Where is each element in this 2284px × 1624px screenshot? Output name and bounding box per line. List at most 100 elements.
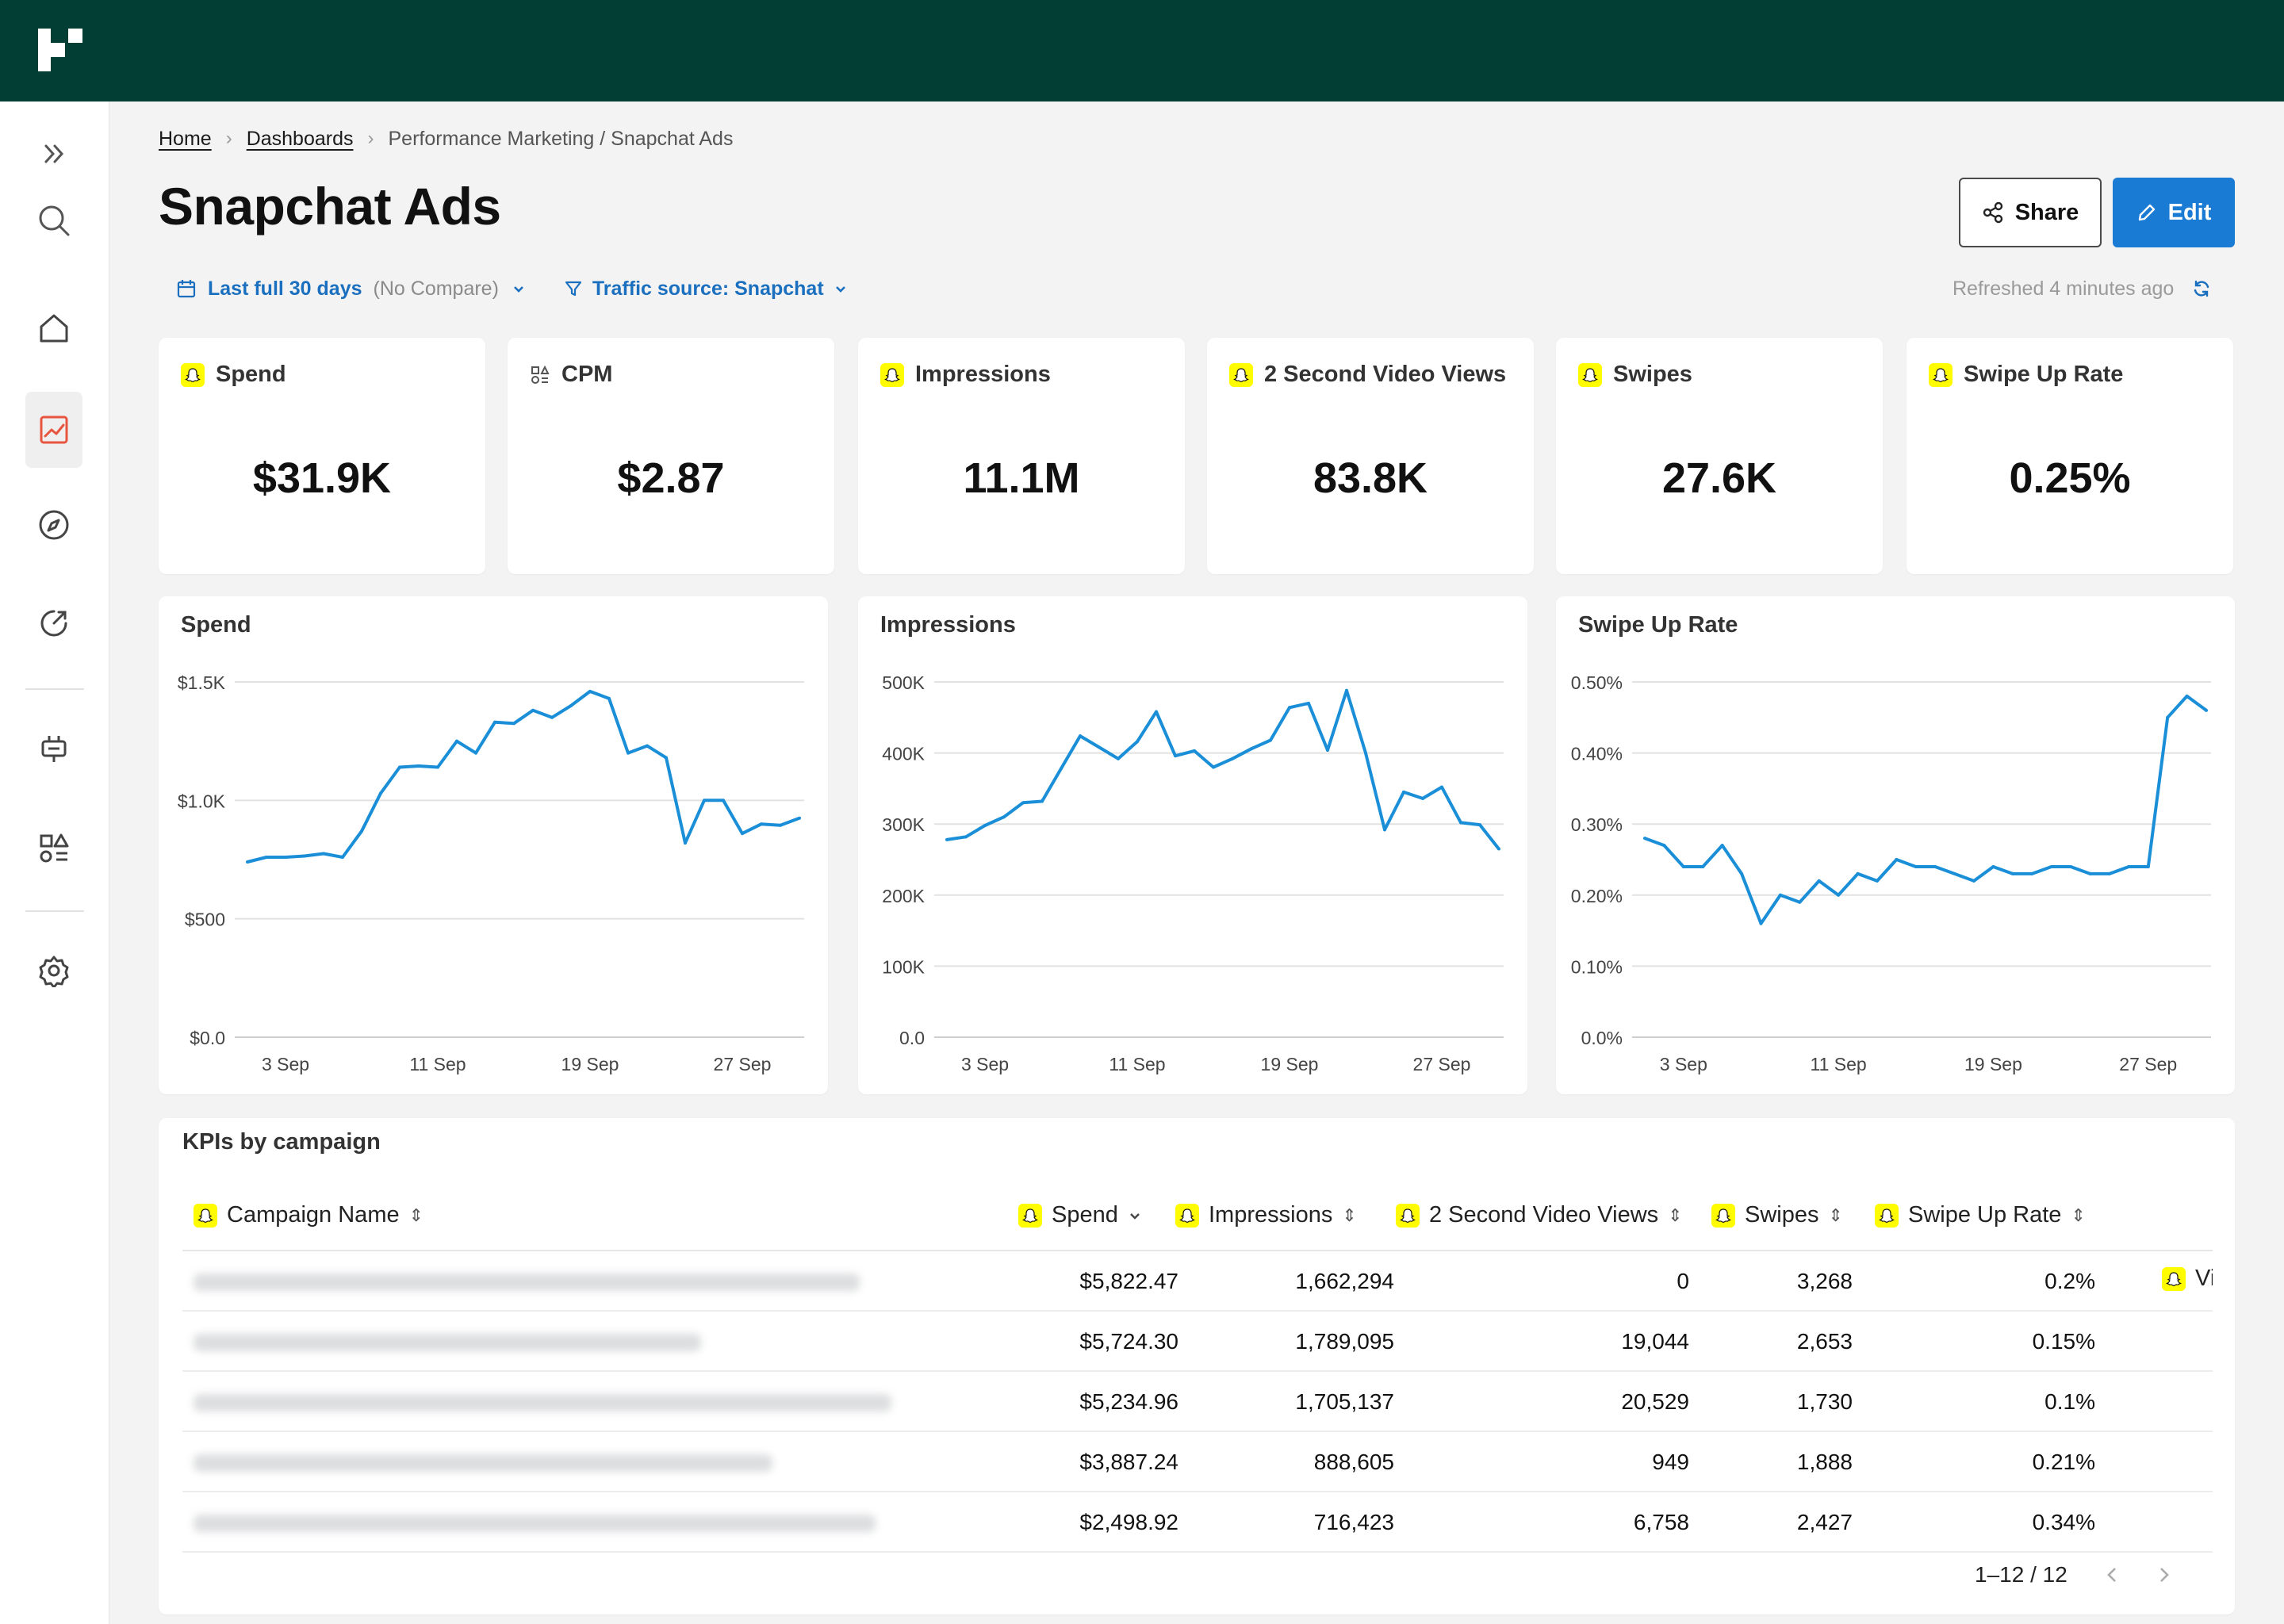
home-icon[interactable] <box>25 300 82 357</box>
breadcrumb-home[interactable]: Home <box>159 128 212 151</box>
share-button[interactable]: Share <box>1959 178 2102 247</box>
table-row[interactable]: $5,822.47 1,662,294 0 3,268 0.2% <box>182 1251 2213 1312</box>
expand-icon[interactable] <box>25 125 82 182</box>
column-label: Impressions <box>1209 1202 1333 1228</box>
column-campaign-name[interactable]: Campaign Name ⇕ <box>194 1202 423 1228</box>
chart-icon[interactable] <box>25 392 82 468</box>
cell-spend: $5,822.47 <box>1079 1269 1178 1293</box>
traffic-source-filter[interactable]: Traffic source: Snapchat <box>564 278 848 301</box>
table-row[interactable]: $5,234.96 1,705,137 20,529 1,730 0.1% <box>182 1372 2213 1432</box>
data-point <box>607 696 611 700</box>
kpi-value: $2.87 <box>617 454 725 502</box>
column-label: 2 Second Video Views <box>1429 1202 1659 1228</box>
data-point <box>1778 893 1782 897</box>
shapes-icon[interactable] <box>25 820 82 877</box>
top-bar <box>0 0 2284 102</box>
data-point <box>360 829 363 833</box>
cell-spend: $2,498.92 <box>1079 1510 1178 1534</box>
pagination-label: 1–12 / 12 <box>1975 1562 2067 1587</box>
sort-descending-icon <box>1130 1212 1140 1220</box>
cell-rate: 0.15% <box>2032 1329 2095 1354</box>
breadcrumb-dashboards[interactable]: Dashboards <box>247 128 354 151</box>
column-swipes[interactable]: Swipes ⇕ <box>1711 1202 1843 1228</box>
data-point <box>1402 790 1405 794</box>
column-spend[interactable]: Spend <box>1018 1202 1142 1228</box>
x-tick-label: 11 Sep <box>409 1054 466 1074</box>
data-point <box>1953 871 1956 875</box>
data-point <box>1643 837 1646 841</box>
cell-swipes: 2,427 <box>1796 1510 1853 1534</box>
data-point <box>703 799 706 802</box>
chevron-down-icon[interactable] <box>512 282 526 296</box>
kpi-label: Spend <box>216 362 286 387</box>
sort-icon: ⇕ <box>1342 1205 1357 1225</box>
chevron-right-icon[interactable] <box>2156 1565 2172 1584</box>
kpi-value: 83.8K <box>1313 454 1428 502</box>
kpi-label: 2 Second Video Views <box>1264 362 1507 387</box>
kpi-label: Impressions <box>915 362 1051 387</box>
snapchat-icon <box>1875 1203 1899 1228</box>
x-tick-label: 11 Sep <box>1109 1054 1165 1074</box>
calendar-icon <box>177 280 196 298</box>
data-point <box>1193 749 1196 753</box>
chevron-left-icon[interactable] <box>2104 1565 2120 1584</box>
gear-icon[interactable] <box>25 942 82 999</box>
kpi-card[interactable]: Impressions 11.1M <box>858 338 1185 574</box>
data-point <box>1250 747 1253 751</box>
kpi-card[interactable]: Swipes 27.6K <box>1556 338 1883 574</box>
data-point <box>1497 847 1500 851</box>
breadcrumb-current: Performance Marketing / Snapchat Ads <box>388 127 734 150</box>
edit-button[interactable]: Edit <box>2113 178 2235 247</box>
x-tick-label: 3 Sep <box>262 1054 309 1074</box>
breadcrumb: Home › Dashboards › Performance Marketin… <box>159 125 733 152</box>
logo-icon[interactable] <box>38 29 82 71</box>
column-video-views[interactable]: 2 Second Video Views ⇕ <box>1396 1202 1683 1228</box>
plug-icon[interactable] <box>25 720 82 777</box>
column-impressions[interactable]: Impressions ⇕ <box>1175 1202 1357 1228</box>
data-point <box>2127 864 2131 868</box>
column-swipe-up-rate[interactable]: Swipe Up Rate ⇕ <box>1875 1202 2086 1228</box>
campaign-name-redacted <box>194 1274 860 1291</box>
kpi-card[interactable]: Spend $31.9K <box>159 338 485 574</box>
data-point <box>1440 785 1443 789</box>
cell-views: 20,529 <box>1621 1389 1689 1414</box>
data-point <box>627 751 630 755</box>
table-row[interactable]: $3,887.24 888,605 949 1,888 0.21% <box>182 1432 2213 1492</box>
cell-rate: 0.2% <box>2044 1269 2095 1293</box>
data-point <box>341 856 344 860</box>
goal-icon[interactable] <box>25 595 82 652</box>
y-tick-label: 100K <box>882 956 925 977</box>
table-row[interactable]: $5,724.30 1,789,095 19,044 2,653 0.15% <box>182 1312 2213 1372</box>
edit-label: Edit <box>2167 199 2212 225</box>
compare-label: (No Compare) <box>373 277 499 300</box>
data-point <box>983 823 987 827</box>
kpi-card[interactable]: Swipe Up Rate 0.25% <box>1907 338 2233 574</box>
data-point <box>2088 871 2092 875</box>
y-tick-label: 500K <box>882 672 925 693</box>
refresh-icon[interactable] <box>2191 278 2212 299</box>
search-icon[interactable] <box>25 192 82 249</box>
series-line <box>946 688 1500 850</box>
table-row[interactable]: $2,498.92 716,423 6,758 2,427 0.34% <box>182 1492 2213 1553</box>
data-point <box>1421 796 1424 800</box>
share-label: Share <box>2014 199 2079 225</box>
cell-impressions: 1,789,095 <box>1295 1329 1394 1354</box>
data-point <box>1837 893 1841 897</box>
sort-icon: ⇕ <box>408 1205 424 1225</box>
compass-icon[interactable] <box>25 496 82 553</box>
date-range-filter[interactable]: Last full 30 days <box>176 278 362 301</box>
data-point <box>1040 799 1044 803</box>
data-point <box>1720 844 1724 848</box>
kpi-card[interactable]: CPM $2.87 <box>508 338 834 574</box>
snapchat-icon <box>1929 362 1953 387</box>
kpi-card[interactable]: 2 Second Video Views 83.8K <box>1207 338 1534 574</box>
data-point <box>588 689 592 693</box>
column-label: Spend <box>1052 1202 1118 1228</box>
data-point <box>2010 871 2014 875</box>
data-point <box>1856 871 1860 875</box>
data-point <box>1740 871 1744 875</box>
kpi-header: CPM <box>530 362 612 388</box>
data-point <box>2030 871 2034 875</box>
y-tick-label: 400K <box>882 744 925 764</box>
kpi-header: 2 Second Video Views <box>1229 362 1506 388</box>
